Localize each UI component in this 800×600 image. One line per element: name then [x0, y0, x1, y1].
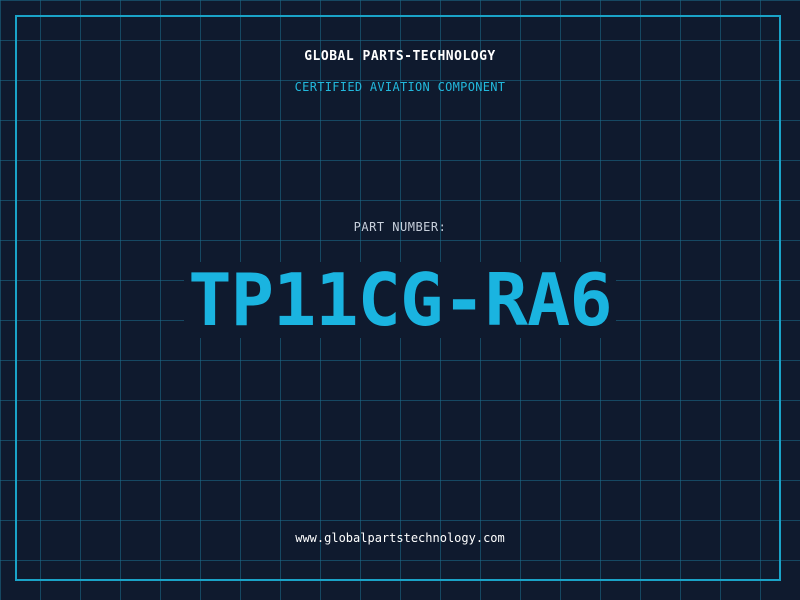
part-number-value: TP11CG-RA6 — [184, 262, 616, 338]
company-name: GLOBAL PARTS-TECHNOLOGY — [304, 49, 496, 64]
part-number-label: PART NUMBER: — [353, 220, 447, 234]
part-label-card: GLOBAL PARTS-TECHNOLOGY CERTIFIED AVIATI… — [0, 0, 800, 600]
website-url: www.globalpartstechnology.com — [295, 531, 505, 545]
certification-subtitle: CERTIFIED AVIATION COMPONENT — [294, 80, 506, 94]
part-number-container: TP11CG-RA6 — [0, 262, 800, 338]
